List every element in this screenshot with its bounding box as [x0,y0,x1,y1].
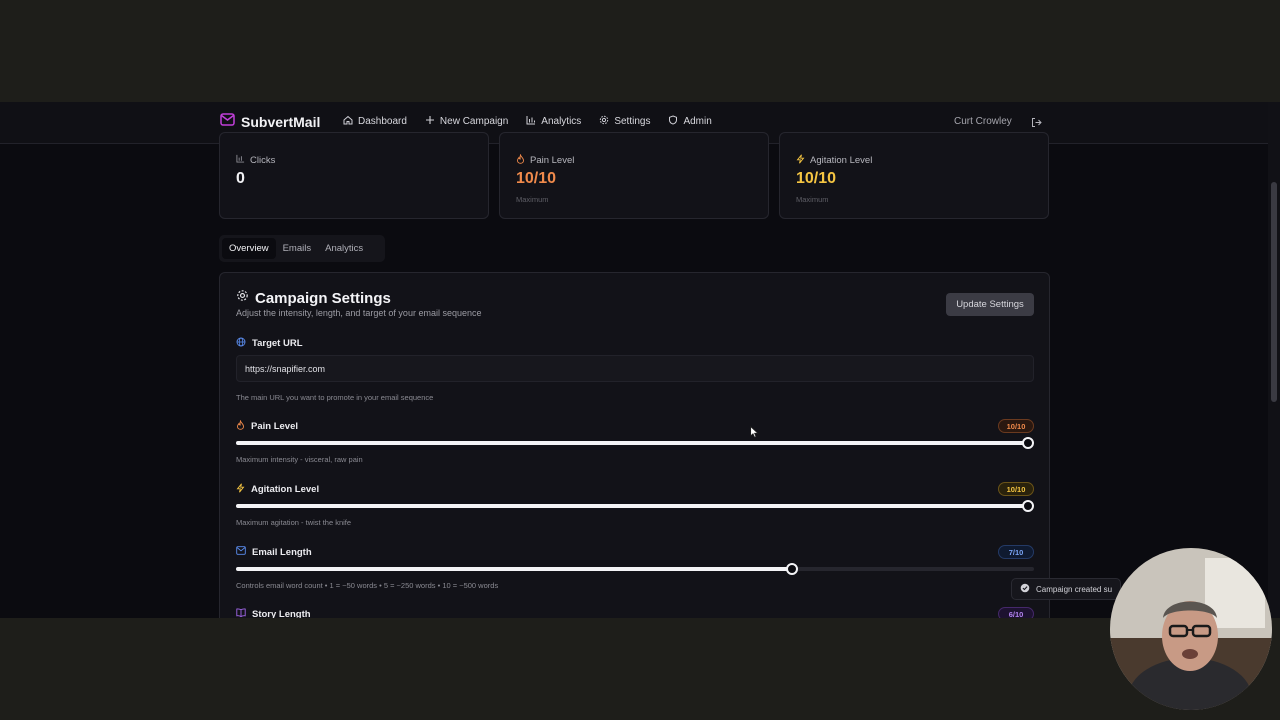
pain-level-label-text: Pain Level [251,421,298,432]
brand-logo[interactable]: SubvertMail [220,113,320,131]
nav-new-campaign[interactable]: New Campaign [425,115,508,128]
email-length-slider[interactable] [236,563,1034,575]
target-url-input[interactable]: https://snapifier.com [236,355,1034,382]
flame-icon [236,419,245,433]
logout-icon [1031,115,1042,132]
stat-label: Agitation Level [796,154,872,167]
stat-label: Clicks [236,154,275,166]
agitation-level-label-text: Agitation Level [251,484,320,495]
scrollbar-thumb[interactable] [1271,182,1277,402]
target-url-hint: The main URL you want to promote in your… [236,393,434,402]
story-length-badge: 6/10 [998,607,1034,618]
stat-value: 10/10 [516,170,557,187]
tab-emails[interactable]: Emails [276,238,319,259]
globe-icon [236,337,246,350]
story-length-label-text: Story Length [252,608,311,619]
stat-label-text: Pain Level [530,155,575,166]
story-length-label: Story Length [236,608,311,618]
lightning-icon [236,483,245,496]
agitation-level-label: Agitation Level [236,483,319,496]
stat-label-text: Agitation Level [810,155,873,166]
book-icon [236,608,246,618]
webcam-overlay [1110,548,1272,710]
brand-name: SubvertMail [241,114,321,130]
tab-analytics[interactable]: Analytics [318,238,370,259]
settings-title: Campaign Settings [255,289,391,307]
stat-card-clicks: Clicks 0 [219,132,489,219]
gear-icon [599,115,609,128]
presenter-video [1110,548,1272,710]
mouse-pointer-icon [750,425,759,443]
stat-sub: Maximum [516,195,549,204]
pain-level-hint: Maximum intensity - visceral, raw pain [236,455,363,464]
check-circle-icon [1020,583,1030,595]
tab-overview[interactable]: Overview [222,238,276,259]
pain-level-label: Pain Level [236,419,298,433]
toast-text: Campaign created su [1036,584,1113,594]
slider-fill [236,504,1028,508]
slider-thumb[interactable] [1022,500,1034,512]
stat-value: 0 [236,170,245,187]
nav-settings[interactable]: Settings [599,115,650,128]
stat-label: Pain Level [516,153,575,167]
stat-label-text: Clicks [250,154,276,166]
nav-settings-label: Settings [614,116,651,127]
gear-icon [236,289,249,307]
nav-admin[interactable]: Admin [668,115,712,128]
slider-fill [236,441,1028,445]
shield-icon [668,115,678,128]
bar-chart-icon [236,154,245,166]
home-icon [343,115,353,128]
mail-icon [220,113,235,131]
pain-level-badge: 10/10 [998,419,1034,433]
email-length-label-text: Email Length [252,546,312,558]
mail-icon [236,546,246,558]
nav-analytics[interactable]: Analytics [526,115,581,128]
email-length-hint: Controls email word count • 1 = ~50 word… [236,581,499,590]
stat-sub: Maximum [796,195,829,204]
target-url-label: Target URL [236,337,303,350]
main-nav: Dashboard New Campaign Analytics Setting… [343,115,712,128]
stat-value: 10/10 [796,170,837,187]
slider-thumb[interactable] [1022,437,1034,449]
video-letterbox-top [0,0,1280,102]
settings-header: Campaign Settings [236,289,391,307]
settings-subtitle: Adjust the intensity, length, and target… [236,308,482,318]
nav-admin-label: Admin [683,116,712,127]
stat-card-agitation-level: Agitation Level 10/10 Maximum [779,132,1049,219]
plus-icon [425,115,435,128]
user-name[interactable]: Curt Crowley [954,116,1012,127]
flame-icon [516,153,525,167]
bar-chart-icon [526,115,536,128]
stat-card-pain-level: Pain Level 10/10 Maximum [499,132,769,219]
lightning-icon [796,154,805,167]
nav-dashboard[interactable]: Dashboard [343,115,407,128]
email-length-badge: 7/10 [998,545,1034,559]
email-length-label: Email Length [236,546,312,558]
nav-dashboard-label: Dashboard [358,116,407,127]
nav-analytics-label: Analytics [541,116,582,127]
update-settings-button[interactable]: Update Settings [946,293,1034,316]
agitation-level-hint: Maximum agitation - twist the knife [236,518,352,527]
toast-notification[interactable]: Campaign created su [1011,578,1121,600]
page-scrollbar[interactable] [1268,102,1280,618]
slider-thumb[interactable] [786,563,799,575]
agitation-level-slider[interactable] [236,500,1034,512]
nav-new-campaign-label: New Campaign [439,116,509,127]
video-letterbox-bottom [0,618,1280,720]
agitation-level-badge: 10/10 [998,482,1034,496]
pain-level-slider[interactable] [236,437,1034,449]
campaign-settings-card: Campaign Settings Adjust the intensity, … [219,272,1050,618]
logout-button[interactable] [1031,115,1042,133]
campaign-tabs: Overview Emails Analytics [219,235,385,262]
slider-fill [236,567,793,571]
browser-viewport: SubvertMail Dashboard New Campaign Analy… [0,102,1280,618]
target-url-label-text: Target URL [252,338,303,349]
